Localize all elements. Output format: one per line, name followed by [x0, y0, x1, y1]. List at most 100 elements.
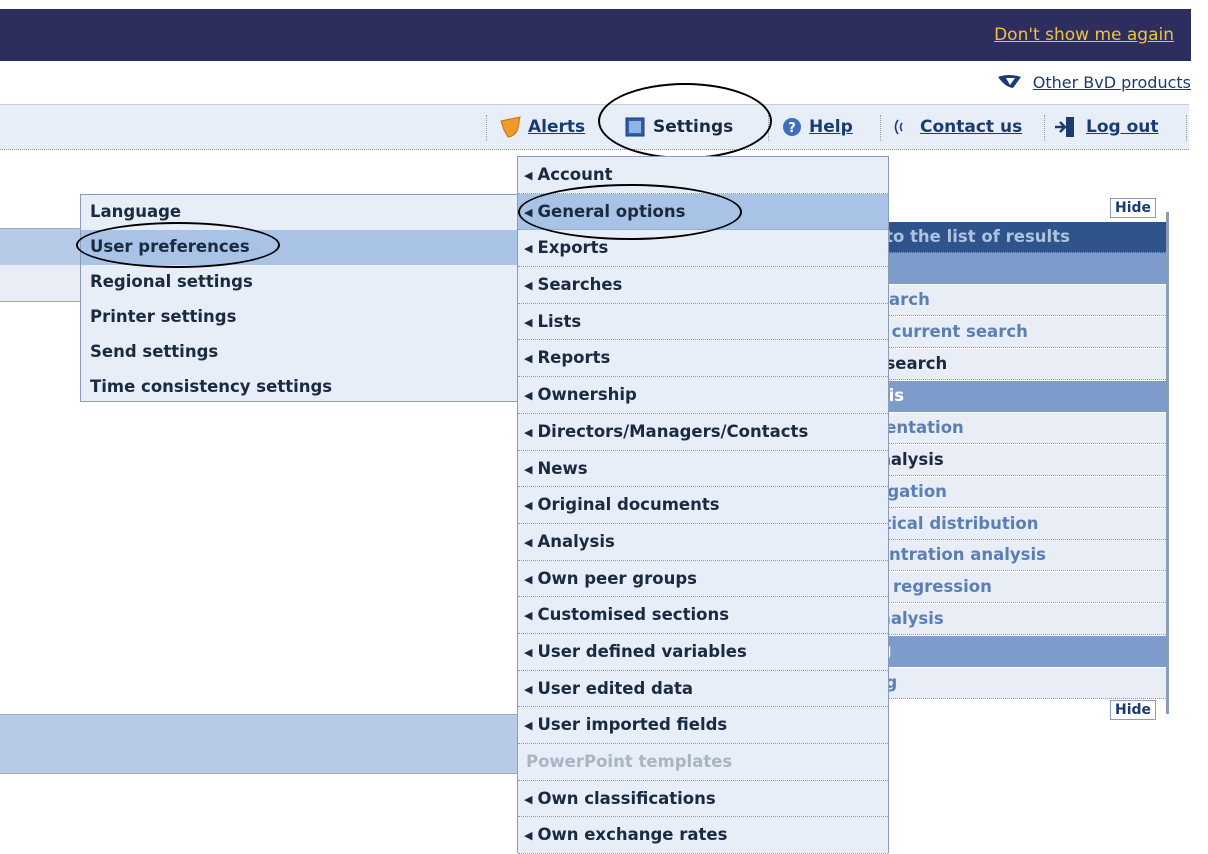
right-panel-row[interactable]: analysis — [860, 604, 1166, 635]
settings-button[interactable]: Settings — [625, 105, 733, 149]
settings-menu-item-label: Original documents — [537, 495, 720, 515]
right-panel-row[interactable]: analysis — [860, 445, 1166, 476]
settings-menu-item-label: PowerPoint templates — [526, 752, 733, 771]
settings-menu-item-general-options[interactable]: ◀ General options — [518, 193, 888, 231]
settings-menu-item-exports[interactable]: ◀ Exports — [518, 230, 888, 268]
settings-menu-item-label: Reports — [537, 348, 611, 368]
arrow-left-icon: ◀ — [524, 462, 533, 476]
bvd-logo-icon — [997, 75, 1021, 88]
log-out-label: Log out — [1086, 117, 1159, 137]
settings-menu-item-reports[interactable]: ◀ Reports — [518, 340, 888, 378]
settings-menu-item-lists[interactable]: ◀ Lists — [518, 304, 888, 341]
alerts-label: Alerts — [528, 117, 586, 137]
top-banner: Don't show me again — [0, 9, 1191, 61]
right-panel-row[interactable]: fy current search — [860, 317, 1166, 348]
right-panel-row[interactable]: ing — [860, 668, 1166, 699]
arrow-left-icon: ◀ — [524, 609, 533, 623]
arrow-left-icon: ◀ — [524, 352, 533, 366]
help-icon: ? — [783, 118, 801, 136]
submenu-item-user-preferences[interactable]: User preferences — [81, 230, 518, 265]
settings-menu-item-label: Lists — [537, 311, 582, 331]
settings-menu: ◀ Account ◀ General options ◀ Exports ◀ Searche… — [517, 156, 889, 854]
settings-menu-item-user-imported-fields[interactable]: ◀ User imported fields — [518, 707, 888, 744]
settings-menu-item-own-exchange-rates[interactable]: ◀ Own exchange rates — [518, 817, 888, 854]
settings-menu-item-searches[interactable]: ◀ Searches — [518, 267, 888, 304]
toolbar-separator — [768, 115, 770, 141]
contact-us-label: Contact us — [920, 117, 1023, 137]
submenu-item-send-settings[interactable]: Send settings — [81, 335, 518, 370]
right-panel-row[interactable]: n search — [860, 349, 1166, 380]
settings-icon — [625, 117, 645, 137]
right-panel-row[interactable]: istical distribution — [860, 509, 1166, 540]
submenu-item-regional-settings[interactable]: Regional settings — [81, 265, 518, 300]
page-band — [0, 265, 80, 302]
settings-menu-item-own-classifications[interactable]: ◀ Own classifications — [518, 781, 888, 818]
dont-show-again-link[interactable]: Don't show me again — [994, 25, 1174, 45]
hide-label: Hide — [1115, 200, 1152, 216]
settings-menu-item-user-edited-data[interactable]: ◀ User edited data — [518, 671, 888, 708]
settings-menu-item-label: Exports — [537, 238, 609, 258]
arrow-left-icon: ◀ — [524, 572, 533, 586]
arrow-left-icon: ◀ — [524, 682, 533, 696]
settings-label: Settings — [653, 117, 734, 137]
arrow-left-icon: ◀ — [524, 389, 533, 403]
other-products-label: Other BvD products — [1032, 73, 1191, 92]
settings-menu-item-news[interactable]: ◀ News — [518, 451, 888, 488]
arrow-left-icon: ◀ — [524, 169, 533, 182]
arrow-left-icon: ◀ — [524, 645, 533, 659]
hide-button-bottom[interactable]: Hide — [1110, 700, 1157, 720]
arrow-left-icon: ◀ — [524, 829, 533, 843]
settings-menu-item-label: News — [537, 458, 588, 478]
settings-menu-item-label: Own exchange rates — [537, 825, 728, 845]
settings-menu-item-label: Ownership — [537, 385, 637, 405]
submenu-item-language[interactable]: Language — [81, 195, 518, 230]
settings-menu-item-label: General options — [537, 201, 686, 221]
right-panel-row: ng — [860, 636, 1166, 667]
arrow-left-icon: ◀ — [524, 315, 533, 329]
right-panel-row[interactable]: ar regression — [860, 572, 1166, 603]
toolbar-separator — [1044, 115, 1046, 141]
right-panel-row[interactable]: search — [860, 285, 1166, 316]
right-panel-row: h — [860, 253, 1166, 284]
log-out-button[interactable]: Log out — [1054, 105, 1159, 149]
help-label: Help — [809, 117, 853, 137]
alerts-button[interactable]: Alerts — [498, 105, 585, 149]
toolbar: Alerts Settings ? Help Contact us Log ou… — [0, 104, 1189, 150]
settings-menu-item-customised-sections[interactable]: ◀ Customised sections — [518, 597, 888, 634]
contact-us-button[interactable]: Contact us — [892, 105, 1022, 149]
submenu-item-time-consistency-settings[interactable]: Time consistency settings — [81, 370, 518, 405]
right-panel-row[interactable]: centration analysis — [860, 540, 1166, 571]
settings-menu-item-original-documents[interactable]: ◀ Original documents — [518, 487, 888, 524]
settings-menu-item-label: Directors/Managers/Contacts — [537, 421, 809, 441]
settings-menu-item-powerpoint-templates: PowerPoint templates — [518, 744, 888, 781]
toolbar-separator — [880, 115, 882, 141]
right-panel-row[interactable]: o to the list of results — [860, 222, 1166, 253]
hide-label: Hide — [1115, 702, 1152, 718]
contact-us-icon — [894, 119, 903, 135]
hide-button-top[interactable]: Hide — [1110, 198, 1157, 218]
settings-menu-item-label: User edited data — [537, 678, 694, 698]
settings-menu-item-label: User imported fields — [537, 715, 728, 735]
settings-menu-item-directors-managers-contacts[interactable]: ◀ Directors/Managers/Contacts — [518, 414, 888, 451]
settings-menu-item-label: Searches — [537, 275, 623, 295]
settings-menu-item-label: User defined variables — [537, 641, 747, 661]
settings-menu-item-ownership[interactable]: ◀ Ownership — [518, 377, 888, 414]
log-out-icon — [1055, 117, 1074, 137]
arrow-left-icon: ◀ — [524, 279, 533, 293]
other-products-link[interactable]: Other BvD products — [997, 73, 1191, 92]
settings-menu-item-analysis[interactable]: ◀ Analysis — [518, 524, 888, 561]
page-band — [0, 228, 80, 266]
right-panel-row[interactable]: mentation — [860, 413, 1166, 444]
settings-menu-item-user-defined-variables[interactable]: ◀ User defined variables — [518, 634, 888, 671]
arrow-left-icon: ◀ — [524, 535, 533, 549]
settings-menu-item-own-peer-groups[interactable]: ◀ Own peer groups — [518, 561, 888, 598]
arrow-left-icon: ◀ — [524, 425, 533, 439]
submenu-item-printer-settings[interactable]: Printer settings — [81, 300, 518, 335]
settings-menu-item-label: Own classifications — [537, 788, 716, 808]
alerts-icon — [500, 116, 521, 138]
arrow-left-icon: ◀ — [524, 719, 533, 733]
settings-menu-item-label: Analysis — [537, 531, 615, 551]
settings-menu-item-account[interactable]: ◀ Account — [518, 157, 888, 194]
right-panel-row[interactable]: regation — [860, 477, 1166, 508]
help-button[interactable]: ? Help — [782, 105, 853, 149]
